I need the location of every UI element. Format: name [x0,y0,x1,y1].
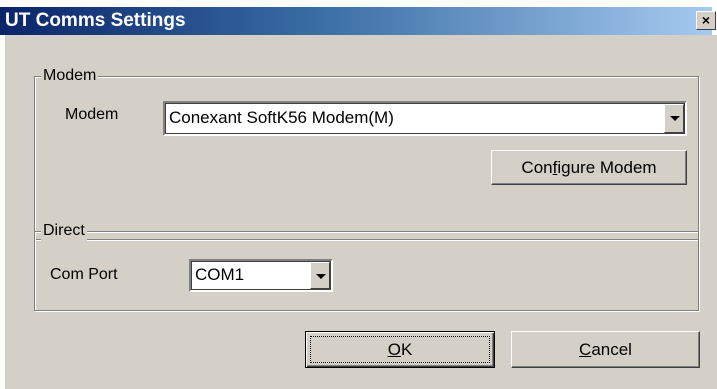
modem-select-value: Conexant SoftK56 Modem(M) [169,108,394,127]
modem-field-label: Modem [65,106,119,123]
configure-modem-label: Configure Modem [521,158,657,177]
modem-group-label: Modem [41,66,99,86]
cancel-button-label: Cancel [579,340,632,359]
ok-button[interactable]: OK [305,331,495,368]
modem-select[interactable]: Conexant SoftK56 Modem(M) [163,101,687,136]
close-icon: × [701,12,711,28]
ok-button-label: OK [387,340,413,359]
title-bar: UT Comms Settings × [0,7,716,35]
configure-modem-button[interactable]: Configure Modem [491,150,687,185]
chevron-down-icon[interactable] [664,104,684,133]
cancel-button[interactable]: Cancel [511,331,700,368]
com-port-select-value: COM1 [195,265,245,284]
com-port-select[interactable]: COM1 [189,259,333,292]
direct-group-label: Direct [41,221,87,241]
com-port-field-label: Com Port [50,266,118,283]
direct-groupbox: Direct [34,221,699,311]
close-button[interactable]: × [696,11,716,30]
dialog-client-area: Modem Modem Conexant SoftK56 Modem(M) Co… [5,35,717,389]
window-title: UT Comms Settings [5,10,186,31]
chevron-down-icon[interactable] [310,262,330,289]
